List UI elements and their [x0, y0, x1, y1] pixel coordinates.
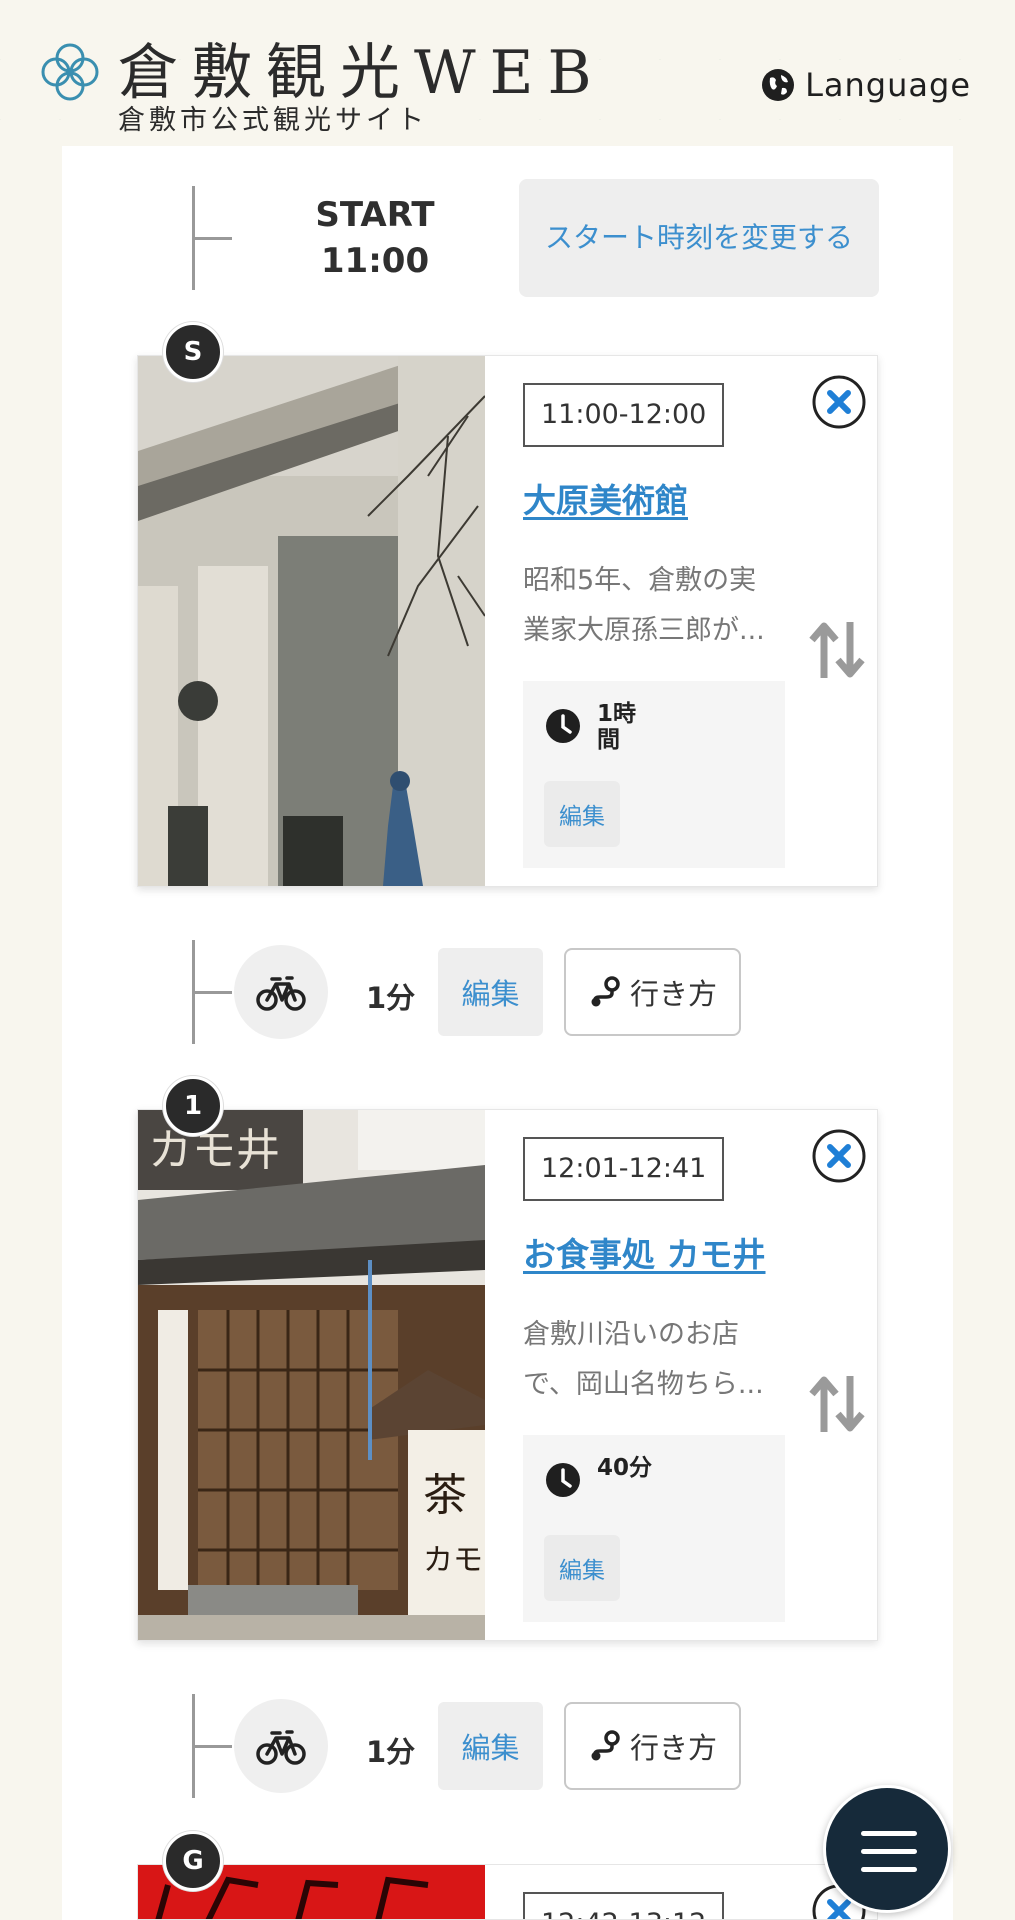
travel-time: 1分	[366, 981, 416, 1015]
visit-time-range: 12:01-12:41	[523, 1137, 725, 1201]
edit-duration-button[interactable]: 編集	[544, 781, 620, 847]
site-logo[interactable]: 倉敷観光WEB 倉敷市公式観光サイト	[40, 40, 606, 136]
reorder-icon[interactable]	[806, 618, 868, 682]
start-time: 11:00	[320, 241, 430, 281]
start-time-label: START 11:00	[250, 192, 500, 284]
language-label: Language	[805, 66, 971, 104]
visit-time-range: 11:00-12:00	[523, 383, 725, 447]
directions-label: 行き方	[629, 977, 717, 1011]
edit-duration-button[interactable]: 編集	[544, 1535, 620, 1601]
start-label: START	[315, 195, 435, 235]
spot-description: 昭和5年、倉敷の実業家大原孫三郎が...	[523, 565, 765, 646]
spot-description: 倉敷川沿いのお店で、岡山名物ちら...	[523, 1319, 764, 1400]
reorder-icon[interactable]	[806, 1372, 868, 1436]
directions-label: 行き方	[629, 1731, 717, 1765]
site-subtitle: 倉敷市公式観光サイト	[118, 105, 428, 136]
edit-transit-button[interactable]: 編集	[438, 948, 543, 1036]
clock-icon	[546, 709, 580, 743]
stay-duration: 40分	[597, 1455, 653, 1481]
spot-badge: S	[163, 322, 223, 382]
bicycle-icon	[256, 976, 306, 1011]
timeline-tick	[192, 1745, 232, 1748]
spot-title-link[interactable]: 大原美術館	[523, 474, 688, 522]
site-title: 倉敷観光WEB	[118, 38, 606, 108]
directions-button[interactable]: 行き方	[564, 948, 741, 1036]
clock-icon	[546, 1463, 580, 1497]
visit-time-range: 12:42-13:12	[523, 1892, 725, 1919]
restaurant-photo[interactable]: カモ井 茶 カモ	[138, 1110, 485, 1640]
timeline-tick	[192, 991, 232, 994]
svg-text:カモ井: カモ井	[148, 1125, 280, 1176]
stay-duration: 1時間	[597, 701, 637, 753]
language-selector[interactable]: Language	[761, 66, 971, 104]
remove-spot-button[interactable]	[811, 1128, 867, 1184]
spot-badge: 1	[163, 1076, 223, 1136]
spot-title-link[interactable]: お食事処 カモ井	[523, 1228, 766, 1276]
route-icon	[591, 976, 620, 1007]
museum-photo[interactable]	[138, 356, 485, 886]
hamburger-menu-icon[interactable]	[823, 1785, 951, 1913]
svg-text:カモ: カモ	[423, 1543, 483, 1578]
spot-card: カモ井 茶 カモ 12:01-12:41 お食事処 カモ井 倉敷川沿いのお店で、…	[137, 1109, 878, 1641]
change-start-time-button[interactable]: スタート時刻を変更する	[519, 179, 879, 297]
remove-spot-button[interactable]	[811, 374, 867, 430]
stay-duration-box: 40分 編集	[523, 1435, 785, 1622]
travel-time: 1分	[366, 1735, 416, 1769]
stay-duration-box: 1時間 編集	[523, 681, 785, 868]
transport-mode-button[interactable]	[234, 1699, 328, 1793]
bicycle-icon	[256, 1730, 306, 1765]
edit-transit-button[interactable]: 編集	[438, 1702, 543, 1790]
spot-card: 11:00-12:00 大原美術館 昭和5年、倉敷の実業家大原孫三郎が... 1…	[137, 355, 878, 887]
route-icon	[591, 1730, 620, 1761]
transport-mode-button[interactable]	[234, 945, 328, 1039]
globe-icon	[762, 69, 795, 101]
directions-button[interactable]: 行き方	[564, 1702, 741, 1790]
spot-badge: G	[163, 1831, 223, 1891]
timeline-tick	[192, 237, 232, 240]
svg-text:茶: 茶	[423, 1470, 467, 1521]
flower-logo-icon	[41, 43, 99, 101]
spot-card: 12:42-13:12	[137, 1864, 878, 1920]
